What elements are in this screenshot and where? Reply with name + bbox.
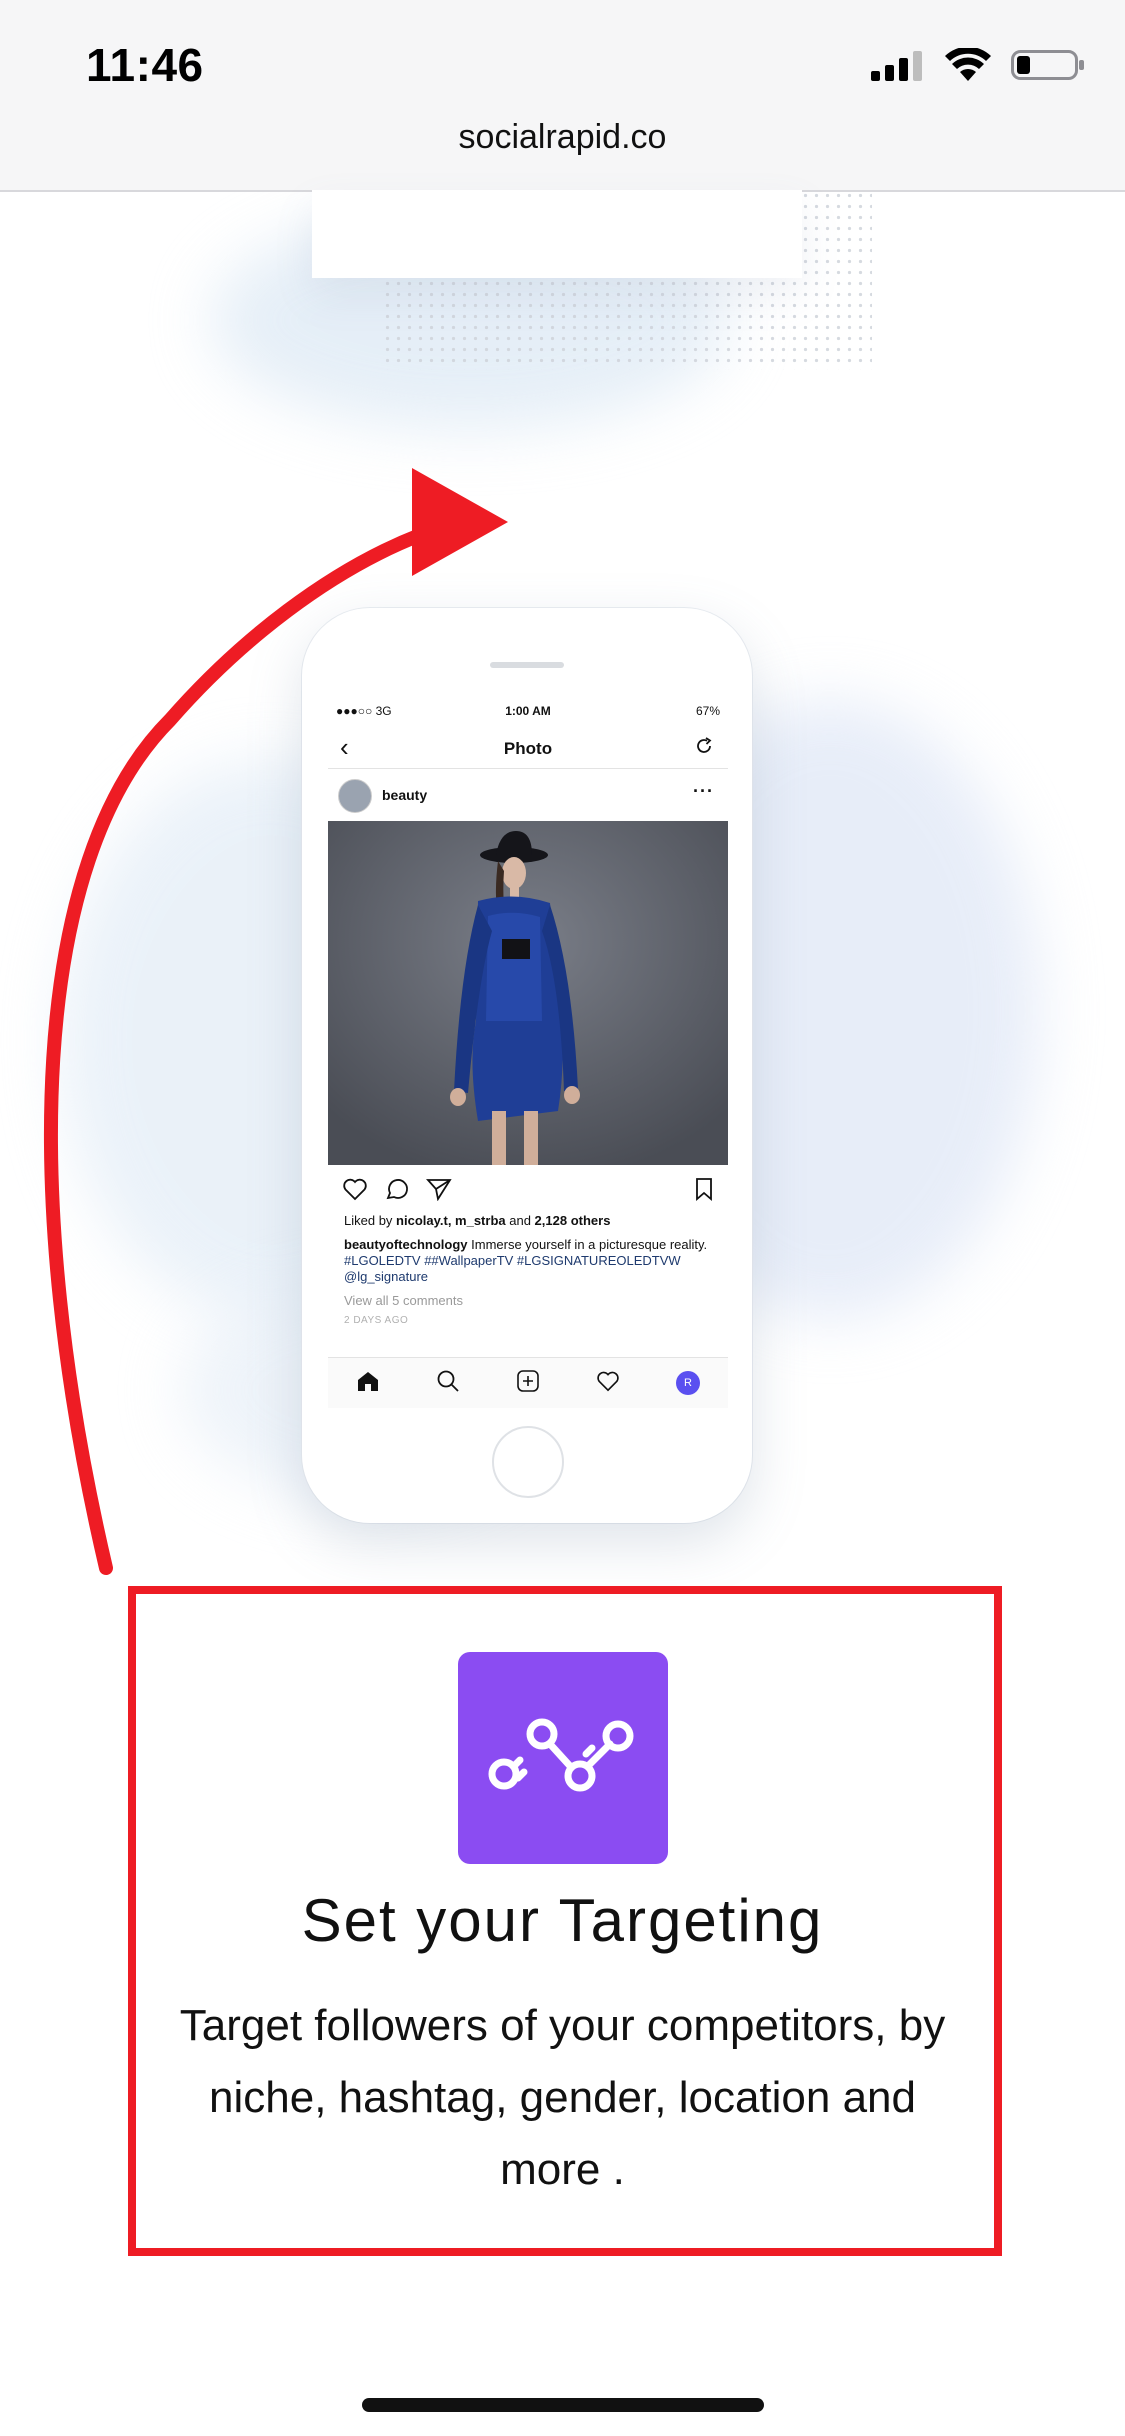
status-time: 11:46 xyxy=(86,39,204,91)
post-photo xyxy=(328,821,728,1165)
phone-speaker xyxy=(490,662,564,668)
analytics-graph-icon xyxy=(458,1652,668,1864)
mockup-status-bar: ●●●○○ 3G 1:00 AM 67% xyxy=(328,696,728,726)
post-likes: Liked by nicolay.t, m_strba and 2,128 ot… xyxy=(344,1213,611,1228)
share-icon[interactable] xyxy=(425,1177,452,1206)
mockup-nav-title: Photo xyxy=(503,739,553,758)
post-actions xyxy=(328,1165,728,1213)
battery-icon xyxy=(1011,48,1085,87)
post-caption-area: Liked by nicolay.t, m_strba and 2,128 ot… xyxy=(328,1213,728,1329)
search-icon[interactable] xyxy=(436,1369,460,1398)
post-avatar[interactable] xyxy=(338,779,372,813)
caption-text: Immerse yourself in a picturesque realit… xyxy=(467,1237,708,1252)
view-comments-link[interactable]: View all 5 comments xyxy=(344,1293,712,1309)
status-icons xyxy=(871,46,1085,87)
previous-card xyxy=(312,190,802,278)
activity-heart-icon[interactable] xyxy=(596,1370,620,1397)
mockup-tab-bar: R xyxy=(328,1357,728,1408)
likes-count[interactable]: 2,128 others xyxy=(535,1213,611,1228)
bookmark-icon[interactable] xyxy=(694,1177,714,1206)
refresh-icon[interactable] xyxy=(694,736,714,761)
more-options-icon[interactable]: ··· xyxy=(693,781,714,802)
caption-username[interactable]: beautyoftechnology xyxy=(344,1237,468,1252)
feature-title: Set your Targeting xyxy=(301,1887,824,1954)
add-post-icon[interactable] xyxy=(516,1369,540,1398)
likes-users[interactable]: nicolay.t, m_strba xyxy=(396,1213,506,1228)
feature-description: Target followers of your competitors, by… xyxy=(179,2001,946,2194)
mockup-battery: 67% xyxy=(695,704,720,718)
post-username[interactable]: beauty xyxy=(382,787,427,803)
comment-icon[interactable] xyxy=(384,1177,410,1206)
phone-home-button xyxy=(492,1426,564,1498)
post-age: 2 DAYS AGO xyxy=(344,1315,409,1326)
post-caption: beautyoftechnology Immerse yourself in a… xyxy=(344,1237,712,1253)
home-icon[interactable] xyxy=(356,1370,380,1397)
fashion-model-image xyxy=(328,821,728,1165)
wifi-icon xyxy=(945,46,991,87)
post-hashtags[interactable]: #LGOLEDTV ##WallpaperTV #LGSIGNATUREOLED… xyxy=(344,1253,712,1285)
phone-screen: ●●●○○ 3G 1:00 AM 67% ‹ Photo beauty ··· xyxy=(328,696,728,1408)
mockup-nav-bar: ‹ Photo xyxy=(328,726,728,769)
profile-avatar-icon[interactable]: R xyxy=(676,1371,700,1395)
home-indicator[interactable] xyxy=(362,2398,764,2412)
heart-icon[interactable] xyxy=(342,1177,368,1206)
url-bar[interactable]: socialrapid.co xyxy=(0,118,1125,157)
mockup-time: 1:00 AM xyxy=(505,704,551,718)
phone-mockup: ●●●○○ 3G 1:00 AM 67% ‹ Photo beauty ··· xyxy=(302,608,752,1523)
post-header: beauty ··· xyxy=(328,769,728,821)
browser-status-bar: 11:46 socialrapid.co xyxy=(0,0,1125,192)
cellular-signal-icon xyxy=(871,49,925,86)
